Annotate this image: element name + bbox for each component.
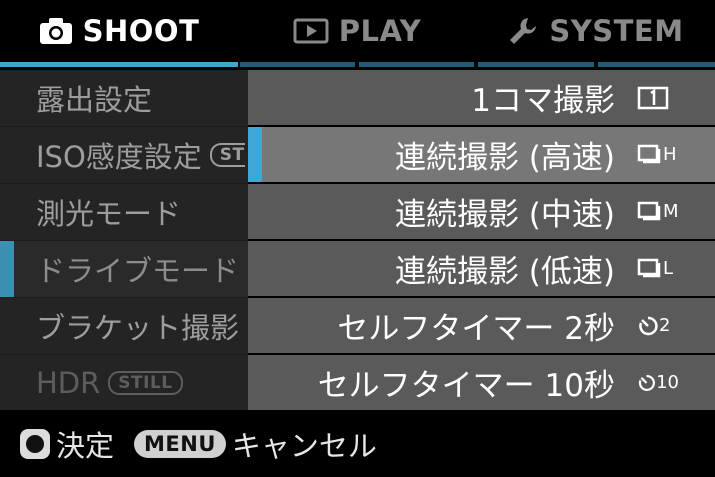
still-badge: ST (209, 143, 245, 167)
cancel-button[interactable]: MENU キャンセル (134, 423, 377, 465)
tab-play-label: PLAY (338, 14, 422, 48)
button-guide: 決定 MENU キャンセル (0, 410, 715, 477)
option-label: セルフタイマー 2秒 (337, 311, 615, 347)
tab-indicator (240, 62, 355, 67)
option-self-timer-2s[interactable]: セルフタイマー 2秒 2 (248, 298, 715, 353)
tab-indicator (359, 62, 474, 67)
menu-item-label: ブラケット撮影 (36, 311, 240, 345)
cancel-label: キャンセル (231, 428, 377, 463)
still-badge: STILL (108, 370, 183, 395)
icon-suffix: 2 (659, 315, 671, 336)
tab-system-label: SYSTEM (549, 14, 684, 48)
menu-item-exposure[interactable]: 露出設定 (0, 70, 250, 126)
tab-system[interactable]: SYSTEM (476, 0, 715, 62)
menu-item-iso[interactable]: ISO感度設定 ST (0, 127, 250, 183)
menu-item-bracketing[interactable]: ブラケット撮影 (0, 298, 250, 354)
option-continuous-medium[interactable]: 連続撮影 (中速) M (248, 184, 715, 239)
current-item-marker (0, 241, 14, 297)
continuous-low-icon: L (637, 254, 679, 284)
tab-indicator-active (0, 62, 238, 67)
self-timer-2s-icon: 2 (637, 311, 679, 341)
continuous-medium-icon: M (637, 197, 679, 227)
icon-suffix: 10 (656, 372, 679, 393)
tab-indicator (598, 62, 715, 67)
menu-item-hdr[interactable]: HDR STILL (0, 355, 250, 410)
option-label: 連続撮影 (中速) (394, 197, 615, 233)
icon-suffix: H (663, 144, 677, 165)
option-label: 連続撮影 (高速) (394, 140, 615, 176)
menu-item-label: ISO感度設定 (36, 140, 202, 174)
tab-shoot[interactable]: SHOOT (0, 0, 238, 62)
shoot-menu-list: 露出設定 ISO感度設定 ST 測光モード ドライブモード ブラケット撮影 HD… (0, 70, 250, 410)
ok-label: 決定 (56, 428, 115, 463)
play-icon (293, 18, 329, 44)
drive-mode-dropdown: 1コマ撮影 連続撮影 (高速) H 連続撮影 (中速) M 連続撮影 (低速) … (248, 70, 715, 410)
option-single-shot[interactable]: 1コマ撮影 (248, 70, 715, 125)
option-self-timer-10s[interactable]: セルフタイマー 10秒 10 (248, 355, 715, 410)
icon-suffix: M (663, 201, 679, 222)
option-continuous-low[interactable]: 連続撮影 (低速) L (248, 241, 715, 296)
menu-item-label: HDR (36, 365, 101, 400)
ok-button[interactable]: 決定 (18, 423, 114, 465)
ok-button-icon (20, 428, 50, 459)
menu-item-metering[interactable]: 測光モード (0, 184, 250, 240)
option-label: 1コマ撮影 (471, 83, 615, 119)
tab-shoot-label: SHOOT (82, 14, 200, 48)
option-label: 連続撮影 (低速) (394, 254, 615, 290)
menu-item-drive-mode[interactable]: ドライブモード (0, 241, 250, 297)
option-continuous-high[interactable]: 連続撮影 (高速) H (248, 127, 715, 182)
continuous-high-icon: H (637, 140, 679, 170)
self-timer-10s-icon: 10 (637, 368, 679, 398)
menu-item-label: ドライブモード (36, 254, 240, 288)
tab-play[interactable]: PLAY (238, 0, 476, 62)
single-frame-icon (637, 83, 679, 113)
menu-item-label: 測光モード (36, 197, 182, 231)
option-label: セルフタイマー 10秒 (317, 368, 615, 404)
icon-suffix: L (663, 258, 674, 279)
tab-indicator (478, 62, 594, 67)
wrench-icon (510, 18, 537, 44)
menu-item-label: 露出設定 (36, 83, 153, 117)
tab-bar: SHOOT PLAY SYSTEM (0, 0, 715, 62)
menu-key-icon: MENU (134, 429, 226, 458)
camera-icon (39, 18, 72, 44)
selected-option-marker (248, 127, 262, 182)
